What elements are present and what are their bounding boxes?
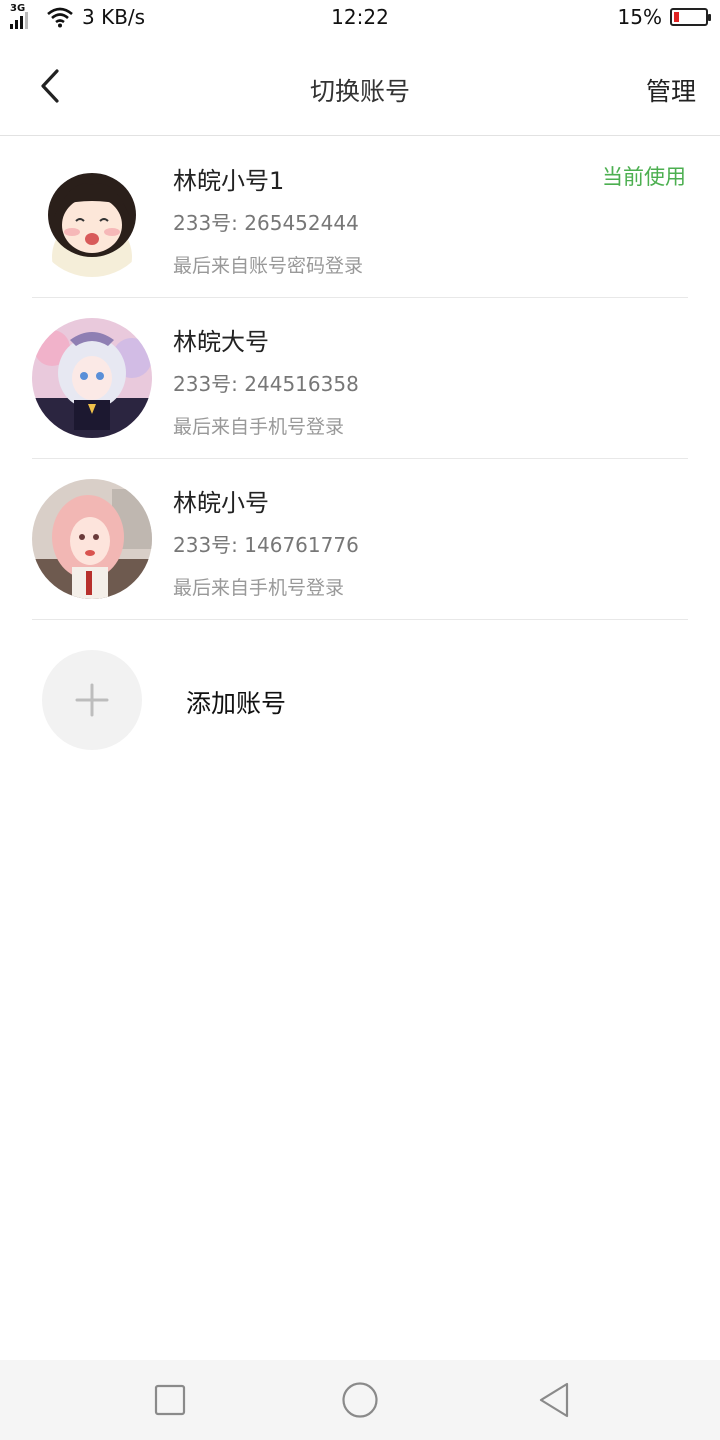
add-account-circle — [42, 650, 142, 750]
account-login-method: 最后来自手机号登录 — [173, 577, 345, 599]
account-item[interactable]: 林皖大号 233号: 244516358 最后来自手机号登录 — [32, 298, 688, 459]
status-right: 15% — [617, 5, 711, 29]
battery-fill — [674, 12, 679, 22]
manage-button[interactable]: 管理 — [646, 72, 696, 108]
system-back-button[interactable] — [534, 1380, 574, 1420]
account-item[interactable]: 林皖小号1 233号: 265452444 最后来自账号密码登录 当前使用 — [32, 137, 688, 298]
status-time: 12:22 — [331, 5, 389, 29]
account-id: 233号: 244516358 — [173, 372, 359, 396]
battery-percent: 15% — [617, 5, 662, 29]
account-name: 林皖小号1 — [173, 167, 285, 195]
add-account-button[interactable]: 添加账号 — [32, 620, 688, 780]
battery-icon — [670, 8, 711, 26]
page-title: 切换账号 — [309, 77, 410, 106]
nav-bar: 切换账号 管理 — [0, 36, 720, 136]
avatar — [32, 318, 152, 438]
account-id: 233号: 146761776 — [173, 533, 359, 557]
avatar — [32, 157, 152, 277]
system-nav-bar — [0, 1360, 720, 1440]
account-login-method: 最后来自账号密码登录 — [173, 255, 364, 277]
circle-icon — [342, 1382, 378, 1418]
add-account-label: 添加账号 — [186, 689, 287, 718]
avatar — [32, 479, 152, 599]
account-id: 233号: 265452444 — [173, 211, 359, 235]
account-login-method: 最后来自手机号登录 — [173, 416, 345, 438]
account-list: 林皖小号1 233号: 265452444 最后来自账号密码登录 当前使用 林皖… — [0, 137, 720, 620]
status-bar: 3G 3 KB/s 12:22 15% — [0, 0, 720, 36]
account-switch-screen: 3G 3 KB/s 12:22 15% 切换账号 管理 林皖小号1 233号: … — [0, 0, 720, 1440]
account-name: 林皖大号 — [173, 328, 269, 356]
square-icon — [154, 1384, 186, 1416]
plus-icon — [75, 683, 109, 717]
account-name: 林皖小号 — [173, 489, 269, 517]
home-button[interactable] — [340, 1380, 380, 1420]
recents-button[interactable] — [150, 1380, 190, 1420]
current-account-badge: 当前使用 — [602, 165, 686, 189]
triangle-back-icon — [539, 1382, 569, 1418]
account-item[interactable]: 林皖小号 233号: 146761776 最后来自手机号登录 — [32, 459, 688, 620]
